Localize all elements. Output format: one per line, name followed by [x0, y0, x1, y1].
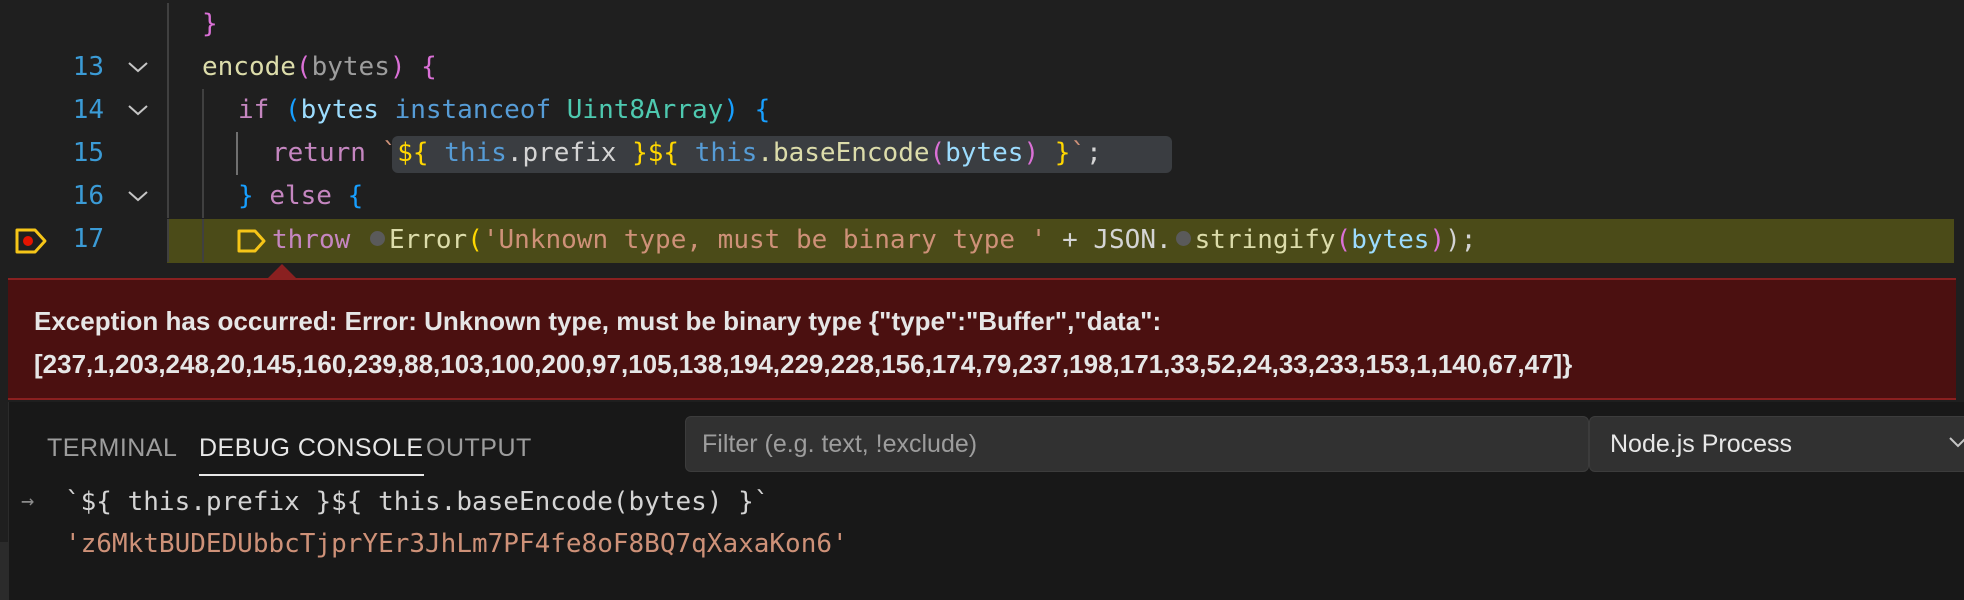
exception-widget: Exception has occurred: Error: Unknown t…	[8, 278, 1956, 400]
panel-edge	[0, 542, 8, 600]
active-indent-guide	[236, 132, 238, 175]
tab-debug-console[interactable]: DEBUG CONSOLE	[199, 428, 424, 476]
code-line-15[interactable]: 15 if (bytes instanceof Uint8Array) {	[0, 89, 1964, 168]
tab-terminal[interactable]: TERMINAL	[47, 428, 177, 474]
console-output-value[interactable]: 'z6MktBUDEDUbbcTjprYEr3JhLm7PF4fe8oF8BQ7…	[65, 524, 848, 564]
code-line-13[interactable]: 13 }	[0, 3, 1964, 82]
chevron-down-icon[interactable]	[126, 59, 150, 75]
indent-guide	[202, 219, 204, 262]
code-line-17[interactable]: 17 } else {	[0, 175, 1964, 254]
chevron-down-icon[interactable]	[126, 102, 150, 118]
console-filter-input[interactable]	[685, 416, 1589, 472]
console-input-expression[interactable]: `${ this.prefix }${ this.baseEncode(byte…	[65, 482, 769, 522]
exception-message: Exception has occurred: Error: Unknown t…	[34, 300, 1934, 386]
breakpoint-stopped-icon[interactable]	[14, 227, 48, 255]
code-line-18[interactable]: 18 throw Error('Unknown type, must be bi…	[0, 219, 1964, 341]
indent-guide	[167, 175, 169, 218]
indent-guide	[167, 46, 169, 89]
dropdown-chevron-icon	[1949, 437, 1964, 448]
indent-guide	[167, 219, 169, 262]
debug-process-select[interactable]: Node.js Process	[1589, 416, 1964, 472]
code-text[interactable]: if (bytes instanceof Uint8Array) {	[238, 89, 770, 132]
indent-guide	[167, 3, 169, 46]
inline-breakpoint-dot[interactable]	[369, 231, 385, 246]
tab-output[interactable]: OUTPUT	[426, 428, 532, 474]
code-text[interactable]: throw Error('Unknown type, must be binar…	[272, 219, 1476, 262]
code-line-16[interactable]: 16 return `${ this.prefix }${ this.baseE…	[0, 132, 1964, 211]
code-line-14[interactable]: 14 encode(bytes) {	[0, 46, 1964, 125]
indent-guide	[167, 132, 169, 175]
code-editor[interactable]: 13 } 14 encode(bytes) { 15 if (bytes ins…	[0, 0, 1964, 341]
chevron-down-icon[interactable]	[126, 188, 150, 204]
code-text[interactable]: }	[202, 3, 218, 46]
exception-pointer	[268, 264, 296, 278]
bottom-panel: TERMINAL DEBUG CONSOLE OUTPUT Node.js Pr…	[8, 402, 1964, 600]
indent-guide	[202, 175, 204, 218]
inline-breakpoint-dot[interactable]	[1175, 231, 1191, 246]
console-arrow-icon: →	[21, 489, 35, 514]
indent-guide	[202, 132, 204, 175]
exception-line-1: Exception has occurred: Error: Unknown t…	[34, 306, 1162, 336]
code-text[interactable]: return `${ this.prefix }${ this.baseEnco…	[272, 132, 1102, 175]
exception-line-2: [237,1,203,248,20,145,160,239,88,103,100…	[34, 349, 1573, 379]
stack-frame-pointer-icon	[237, 229, 266, 253]
process-select-value: Node.js Process	[1610, 430, 1793, 458]
indent-guide	[202, 89, 204, 132]
indent-guide	[167, 89, 169, 132]
code-text[interactable]: encode(bytes) {	[202, 46, 437, 89]
code-text[interactable]: } else {	[238, 175, 363, 218]
